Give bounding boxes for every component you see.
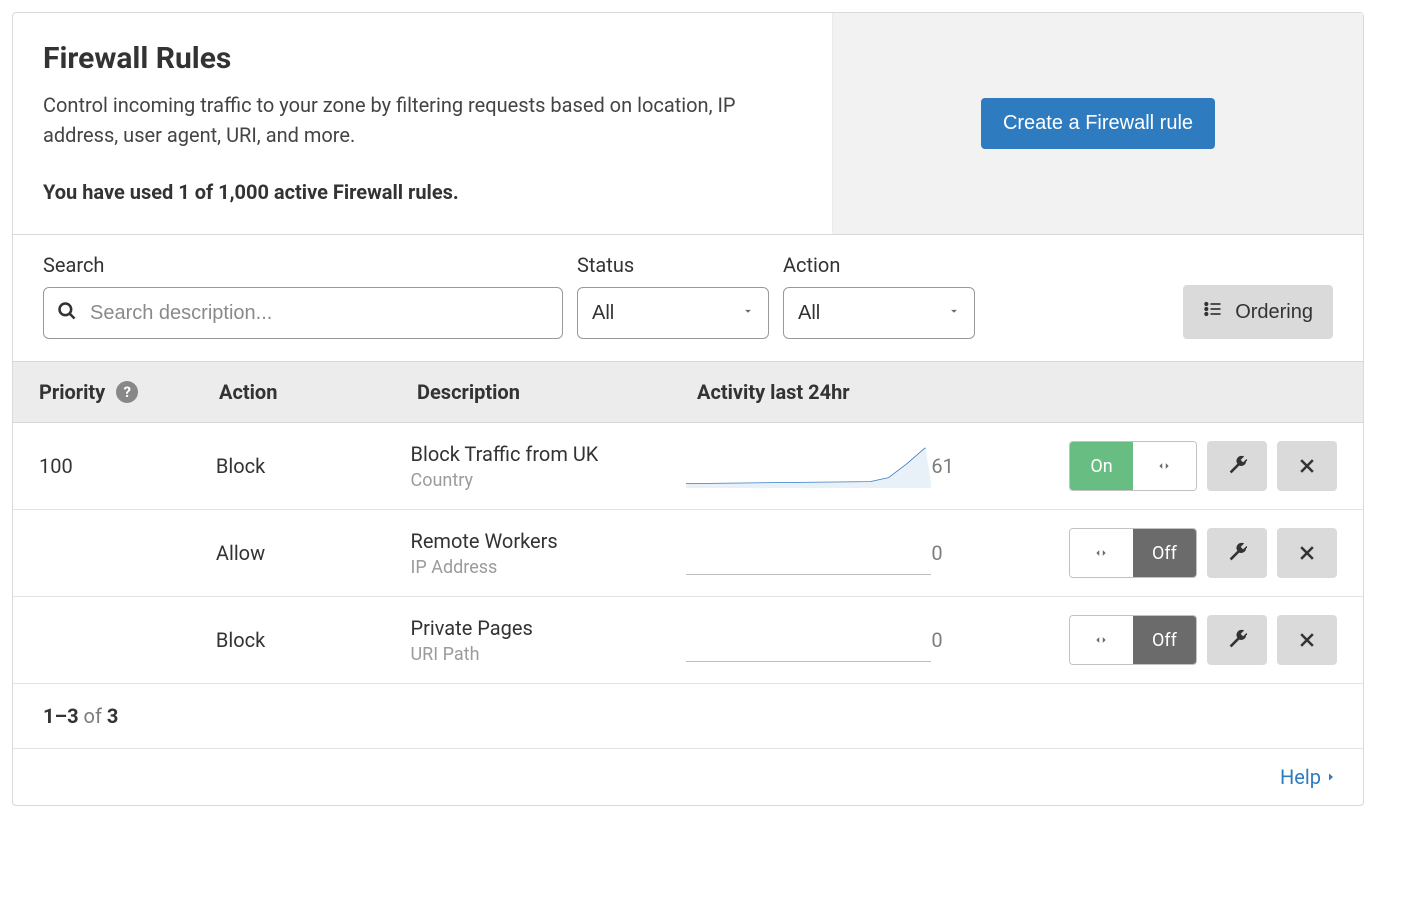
sparkline-flat xyxy=(686,618,932,662)
toggle-right: Off xyxy=(1133,529,1196,577)
col-activity: Activity last 24hr xyxy=(697,380,1337,404)
cell-activity xyxy=(686,618,932,662)
toggle-left: On xyxy=(1070,442,1133,490)
filter-bar: Search Status All Action xyxy=(13,235,1363,361)
cell-count: 0 xyxy=(931,628,1069,652)
status-group: Status All xyxy=(577,253,769,339)
action-group: Action All xyxy=(783,253,975,339)
usage-text: You have used 1 of 1,000 active Firewall… xyxy=(43,180,802,204)
delete-button[interactable] xyxy=(1277,528,1337,578)
wrench-icon xyxy=(1226,629,1248,651)
description-main: Block Traffic from UK xyxy=(411,442,686,466)
cell-action: Block xyxy=(216,628,411,652)
edit-button[interactable] xyxy=(1207,528,1267,578)
help-row: Help xyxy=(13,749,1363,805)
chevron-right-icon xyxy=(1325,770,1337,784)
create-firewall-rule-button[interactable]: Create a Firewall rule xyxy=(981,98,1215,149)
wrench-icon xyxy=(1226,455,1248,477)
firewall-rules-panel: Firewall Rules Control incoming traffic … xyxy=(12,12,1364,806)
toggle-right xyxy=(1133,442,1196,490)
cell-count: 61 xyxy=(931,454,1069,478)
action-select[interactable]: All xyxy=(783,287,975,339)
ordering-label: Ordering xyxy=(1235,301,1313,324)
cell-activity xyxy=(686,444,932,488)
search-input[interactable] xyxy=(43,287,563,339)
cell-controls: On xyxy=(1069,441,1337,491)
page-description: Control incoming traffic to your zone by… xyxy=(43,90,802,150)
edit-button[interactable] xyxy=(1207,615,1267,665)
cell-controls: Off xyxy=(1069,615,1337,665)
col-priority: Priority ? xyxy=(39,380,219,404)
description-main: Private Pages xyxy=(411,616,686,640)
delete-button[interactable] xyxy=(1277,441,1337,491)
cell-description: Private Pages URI Path xyxy=(411,616,686,665)
header-right: Create a Firewall rule xyxy=(833,13,1363,234)
col-description: Description xyxy=(417,380,697,404)
table-row: BlockPrivate Pages URI Path 0 Off xyxy=(13,597,1363,684)
list-icon xyxy=(1203,299,1223,325)
edit-button[interactable] xyxy=(1207,441,1267,491)
description-sub: Country xyxy=(411,470,686,491)
enable-toggle[interactable]: Off xyxy=(1069,528,1197,578)
total: 3 xyxy=(107,704,118,728)
page-title: Firewall Rules xyxy=(43,41,802,76)
cell-action: Block xyxy=(216,454,411,478)
ordering-button[interactable]: Ordering xyxy=(1183,285,1333,339)
close-icon xyxy=(1297,543,1317,563)
status-select[interactable]: All xyxy=(577,287,769,339)
enable-toggle[interactable]: On xyxy=(1069,441,1197,491)
header-left: Firewall Rules Control incoming traffic … xyxy=(13,13,833,234)
toggle-right: Off xyxy=(1133,616,1196,664)
close-icon xyxy=(1297,630,1317,650)
status-label: Status xyxy=(577,253,769,277)
help-label: Help xyxy=(1280,765,1321,789)
table-row: 100BlockBlock Traffic from UK Country 61On xyxy=(13,423,1363,510)
cell-priority: 100 xyxy=(39,454,216,478)
help-icon[interactable]: ? xyxy=(116,381,138,403)
col-action: Action xyxy=(219,380,417,404)
panel-header: Firewall Rules Control incoming traffic … xyxy=(13,13,1363,234)
wrench-icon xyxy=(1226,542,1248,564)
description-sub: URI Path xyxy=(411,644,686,665)
pagination-summary: 1–3 of 3 xyxy=(13,684,1363,749)
table-header: Priority ? Action Description Activity l… xyxy=(13,361,1363,423)
cell-description: Block Traffic from UK Country xyxy=(411,442,686,491)
help-link[interactable]: Help xyxy=(1280,765,1337,789)
table-row: AllowRemote Workers IP Address 0 Off xyxy=(13,510,1363,597)
col-priority-label: Priority xyxy=(39,380,105,404)
toggle-left xyxy=(1070,529,1133,577)
search-icon xyxy=(57,301,77,325)
sparkline-chart xyxy=(686,444,932,488)
cell-action: Allow xyxy=(216,541,411,565)
cell-count: 0 xyxy=(931,541,1069,565)
sparkline-flat xyxy=(686,531,932,575)
close-icon xyxy=(1297,456,1317,476)
enable-toggle[interactable]: Off xyxy=(1069,615,1197,665)
toggle-left xyxy=(1070,616,1133,664)
range: 1–3 xyxy=(43,704,79,728)
action-label: Action xyxy=(783,253,975,277)
description-main: Remote Workers xyxy=(411,529,686,553)
description-sub: IP Address xyxy=(411,557,686,578)
cell-description: Remote Workers IP Address xyxy=(411,529,686,578)
rows-container: 100BlockBlock Traffic from UKCountry61On… xyxy=(13,423,1363,684)
cell-controls: Off xyxy=(1069,528,1337,578)
of-text: of xyxy=(84,704,102,728)
search-label: Search xyxy=(43,253,563,277)
cell-activity xyxy=(686,531,932,575)
delete-button[interactable] xyxy=(1277,615,1337,665)
search-group: Search xyxy=(43,253,563,339)
